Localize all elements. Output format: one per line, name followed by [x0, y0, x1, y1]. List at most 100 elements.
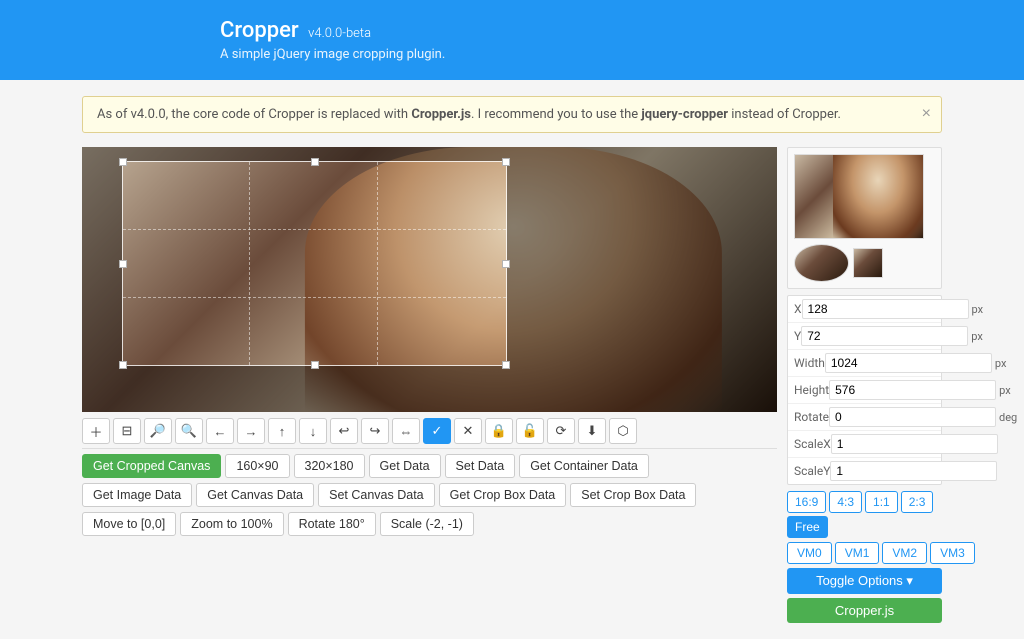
- check-btn[interactable]: ✓: [423, 418, 451, 444]
- move-to-btn[interactable]: Move to [0,0]: [82, 512, 176, 536]
- vm3-btn[interactable]: VM3: [930, 542, 975, 564]
- field-height-unit: px: [996, 384, 1011, 397]
- field-scaley-input[interactable]: [830, 461, 997, 481]
- action-row-1: Get Cropped Canvas 160×90 320×180 Get Da…: [82, 454, 777, 478]
- preview-small-row: [794, 244, 935, 282]
- field-rotate-input[interactable]: [829, 407, 996, 427]
- rotate-right-btn[interactable]: ↪: [361, 418, 389, 444]
- field-rotate: Rotate deg: [788, 404, 941, 431]
- handle-bottom-left[interactable]: [119, 361, 127, 369]
- get-cropped-canvas-btn[interactable]: Get Cropped Canvas: [82, 454, 221, 478]
- field-x-unit: px: [969, 303, 984, 316]
- notice-close-button[interactable]: ×: [922, 105, 931, 123]
- crop-box[interactable]: [122, 161, 507, 366]
- field-height-input[interactable]: [829, 380, 996, 400]
- field-y-label: Y: [794, 329, 801, 343]
- handle-left-mid[interactable]: [119, 260, 127, 268]
- field-y: Y px: [788, 323, 941, 350]
- app-title: Cropper: [220, 18, 299, 43]
- preview-large: [794, 154, 924, 239]
- flip-h-btn[interactable]: ⇔: [392, 418, 420, 444]
- handle-bottom-right[interactable]: [502, 361, 510, 369]
- lock-btn[interactable]: 🔒: [485, 418, 513, 444]
- move-left-btn[interactable]: ←: [206, 418, 234, 444]
- ratio-16-9-btn[interactable]: 16:9: [787, 491, 826, 513]
- move-right-btn[interactable]: →: [237, 418, 265, 444]
- app-description: A simple jQuery image cropping plugin.: [220, 47, 984, 62]
- field-width-unit: px: [992, 357, 1007, 370]
- toggle-options-button[interactable]: Toggle Options ▾: [787, 568, 942, 594]
- size-320x180-btn[interactable]: 320×180: [294, 454, 365, 478]
- unlock-btn[interactable]: 🔓: [516, 418, 544, 444]
- field-scalex-input[interactable]: [831, 434, 998, 454]
- field-width-input[interactable]: [825, 353, 992, 373]
- set-canvas-data-btn[interactable]: Set Canvas Data: [318, 483, 435, 507]
- preview-square: [853, 248, 883, 278]
- field-y-input[interactable]: [801, 326, 968, 346]
- vm-row: VM0 VM1 VM2 VM3: [787, 542, 942, 564]
- crop-canvas[interactable]: [82, 147, 777, 412]
- get-canvas-data-btn[interactable]: Get Canvas Data: [196, 483, 314, 507]
- get-data-btn[interactable]: Get Data: [369, 454, 441, 478]
- field-x: X px: [788, 296, 941, 323]
- field-width-label: Width: [794, 356, 825, 370]
- rotate-left-btn[interactable]: ↩: [330, 418, 358, 444]
- field-width: Width px: [788, 350, 941, 377]
- handle-top-mid[interactable]: [311, 158, 319, 166]
- field-height: Height px: [788, 377, 941, 404]
- ratio-free-btn[interactable]: Free: [787, 516, 828, 538]
- vm2-btn[interactable]: VM2: [882, 542, 927, 564]
- field-x-label: X: [794, 302, 802, 316]
- action-row-3: Move to [0,0] Zoom to 100% Rotate 180° S…: [82, 512, 777, 536]
- vm0-btn[interactable]: VM0: [787, 542, 832, 564]
- refresh-btn[interactable]: ⟳: [547, 418, 575, 444]
- zoom-to-btn[interactable]: Zoom to 100%: [180, 512, 283, 536]
- app-header: Cropper v4.0.0-beta A simple jQuery imag…: [0, 0, 1024, 80]
- field-scalex: ScaleX: [788, 431, 941, 458]
- zoom-in-btn2[interactable]: 🔎: [144, 418, 172, 444]
- set-data-btn[interactable]: Set Data: [445, 454, 516, 478]
- move-up-btn[interactable]: ↑: [268, 418, 296, 444]
- rotate-180-btn[interactable]: Rotate 180°: [288, 512, 376, 536]
- data-fields: X px Y px Width px Height px: [787, 295, 942, 485]
- preview-section: [787, 147, 942, 289]
- field-scaley: ScaleY: [788, 458, 941, 484]
- ratio-row: 16:9 4:3 1:1 2:3 Free: [787, 491, 942, 538]
- field-x-input[interactable]: [802, 299, 969, 319]
- app-version: v4.0.0-beta: [308, 26, 371, 41]
- handle-right-mid[interactable]: [502, 260, 510, 268]
- extra-btn[interactable]: ⬡: [609, 418, 637, 444]
- ratio-4-3-btn[interactable]: 4:3: [829, 491, 862, 513]
- field-rotate-unit: deg: [996, 411, 1017, 424]
- field-scalex-label: ScaleX: [794, 437, 831, 451]
- get-image-data-btn[interactable]: Get Image Data: [82, 483, 192, 507]
- cropper-js-button[interactable]: Cropper.js: [787, 598, 942, 623]
- set-crop-box-data-btn[interactable]: Set Crop Box Data: [570, 483, 696, 507]
- handle-top-right[interactable]: [502, 158, 510, 166]
- download-btn[interactable]: ⬇: [578, 418, 606, 444]
- reset-btn[interactable]: ⊟: [113, 418, 141, 444]
- move-down-btn[interactable]: ↓: [299, 418, 327, 444]
- ratio-1-1-btn[interactable]: 1:1: [865, 491, 898, 513]
- notice-text: As of v4.0.0, the core code of Cropper i…: [97, 107, 841, 122]
- get-container-data-btn[interactable]: Get Container Data: [519, 454, 649, 478]
- zoom-in-btn[interactable]: ＋: [82, 418, 110, 444]
- scale-btn[interactable]: Scale (-2, -1): [380, 512, 474, 536]
- field-y-unit: px: [968, 330, 983, 343]
- get-crop-box-data-btn[interactable]: Get Crop Box Data: [439, 483, 567, 507]
- handle-top-left[interactable]: [119, 158, 127, 166]
- field-scaley-label: ScaleY: [794, 464, 830, 478]
- size-160x90-btn[interactable]: 160×90: [225, 454, 289, 478]
- action-row-2: Get Image Data Get Canvas Data Set Canva…: [82, 483, 777, 507]
- toolbar: ＋ ⊟ 🔎 🔍 ← → ↑ ↓ ↩ ↪ ⇔ ✓ ✕ 🔒 🔓 ⟳ ⬇ ⬡: [82, 412, 777, 449]
- zoom-out-btn[interactable]: 🔍: [175, 418, 203, 444]
- cropper-section: ＋ ⊟ 🔎 🔍 ← → ↑ ↓ ↩ ↪ ⇔ ✓ ✕ 🔒 🔓 ⟳ ⬇ ⬡: [82, 147, 777, 541]
- preview-circle: [794, 244, 849, 282]
- right-panel: X px Y px Width px Height px: [787, 147, 942, 623]
- field-rotate-label: Rotate: [794, 410, 829, 424]
- cancel-btn[interactable]: ✕: [454, 418, 482, 444]
- handle-bottom-mid[interactable]: [311, 361, 319, 369]
- ratio-2-3-btn[interactable]: 2:3: [901, 491, 934, 513]
- field-height-label: Height: [794, 383, 829, 397]
- vm1-btn[interactable]: VM1: [835, 542, 880, 564]
